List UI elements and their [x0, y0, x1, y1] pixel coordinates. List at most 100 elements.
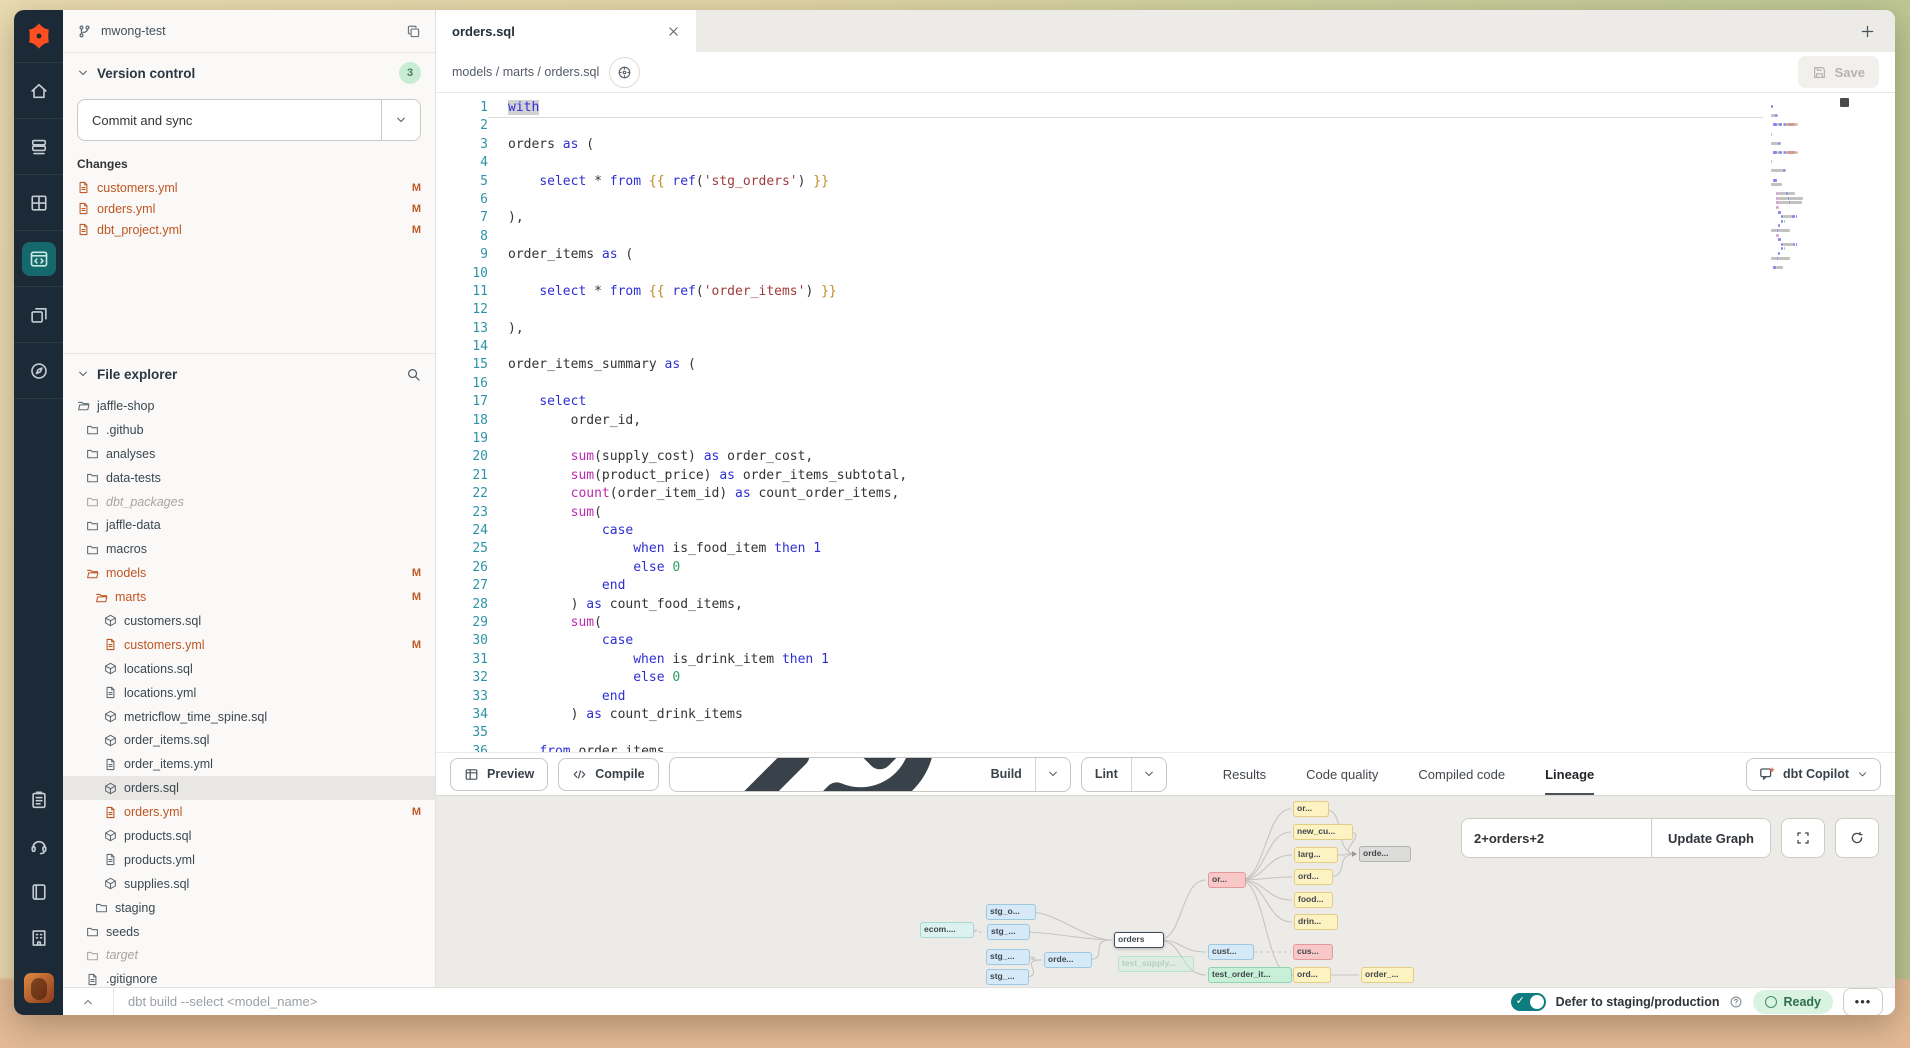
nav-orchestration[interactable]	[14, 287, 63, 343]
lineage-node[interactable]: stg_...	[986, 969, 1029, 985]
tree-item-jaffle-data[interactable]: jaffle-data	[63, 513, 435, 537]
tree-item-order-items-sql[interactable]: order_items.sql	[63, 728, 435, 752]
lineage-node[interactable]: ord...	[1294, 869, 1333, 885]
tree-item-models[interactable]: modelsM	[63, 561, 435, 585]
tree-item-products-yml[interactable]: products.yml	[63, 848, 435, 872]
code-content[interactable]: withorders as ( select * from {{ ref('st…	[504, 93, 907, 752]
dbt-logo[interactable]	[14, 10, 63, 63]
commit-dropdown[interactable]	[381, 100, 420, 140]
tree-item-staging[interactable]: staging	[63, 896, 435, 920]
code-editor[interactable]: 1234567891011121314151617181920212223242…	[436, 93, 1895, 752]
lineage-node[interactable]: new_cu...	[1293, 824, 1353, 840]
save-button[interactable]: Save	[1798, 56, 1879, 88]
lineage-selector-input[interactable]	[1462, 819, 1651, 857]
tab-results[interactable]: Results	[1223, 753, 1266, 795]
lineage-node[interactable]: orde...	[1359, 846, 1411, 862]
file-explorer-header[interactable]: File explorer	[63, 354, 435, 394]
tree-item--gitignore[interactable]: .gitignore	[63, 967, 435, 987]
search-icon[interactable]	[406, 367, 421, 382]
nav-notes[interactable]	[14, 777, 63, 823]
lineage-node[interactable]: test_order_it...	[1208, 967, 1292, 983]
line-numbers: 1234567891011121314151617181920212223242…	[436, 93, 504, 752]
version-control-header[interactable]: Version control 3	[63, 53, 435, 93]
nav-explore[interactable]	[14, 343, 63, 399]
tree-item-analyses[interactable]: analyses	[63, 442, 435, 466]
line-number: 34	[436, 706, 488, 724]
tree-item-jaffle-shop[interactable]: jaffle-shop	[63, 394, 435, 418]
lint-button[interactable]: Lint	[1081, 757, 1167, 792]
changed-file-item[interactable]: orders.ymlM	[63, 198, 435, 219]
update-graph-button[interactable]: Update Graph	[1651, 819, 1770, 857]
tree-item-metricflow-time-spine-sql[interactable]: metricflow_time_spine.sql	[63, 705, 435, 729]
lineage-node[interactable]: stg_...	[986, 949, 1030, 965]
lineage-node[interactable]: cust...	[1208, 944, 1254, 960]
changed-file-item[interactable]: customers.ymlM	[63, 177, 435, 198]
tree-item-dbt-packages[interactable]: dbt_packages	[63, 490, 435, 514]
tree-item--github[interactable]: .github	[63, 418, 435, 442]
lineage-node[interactable]: orde...	[1044, 952, 1092, 968]
tree-item-customers-yml[interactable]: customers.ymlM	[63, 633, 435, 657]
tree-item-marts[interactable]: martsM	[63, 585, 435, 609]
lint-dropdown[interactable]	[1131, 758, 1166, 791]
lineage-node[interactable]: ord...	[1293, 967, 1331, 983]
lineage-canvas[interactable]: ecom....stg_o...stg_...stg_...stg_...ord…	[436, 795, 1895, 987]
nav-jobs[interactable]	[14, 119, 63, 175]
tree-item-orders-yml[interactable]: orders.ymlM	[63, 800, 435, 824]
tree-item-locations-sql[interactable]: locations.sql	[63, 657, 435, 681]
tab-lineage[interactable]: Lineage	[1545, 753, 1594, 795]
dbt-copilot-button[interactable]: dbt Copilot	[1746, 758, 1881, 791]
nav-environments[interactable]	[14, 175, 63, 231]
code-line	[508, 154, 907, 172]
lineage-node[interactable]: order_...	[1361, 967, 1414, 983]
nav-org[interactable]	[14, 915, 63, 961]
nav-docs[interactable]	[14, 869, 63, 915]
nav-support[interactable]	[14, 823, 63, 869]
build-dropdown[interactable]	[1035, 758, 1070, 791]
help-icon[interactable]	[1729, 995, 1743, 1009]
commit-and-sync-button[interactable]: Commit and sync	[77, 99, 421, 141]
command-bar-expand[interactable]	[63, 988, 114, 1015]
tab-compiled-code[interactable]: Compiled code	[1418, 753, 1505, 795]
user-menu[interactable]	[14, 961, 63, 1015]
preview-button[interactable]: Preview	[450, 758, 548, 791]
tab-code-quality[interactable]: Code quality	[1306, 753, 1378, 795]
tree-item-target[interactable]: target	[63, 943, 435, 967]
changed-file-item[interactable]: dbt_project.ymlM	[63, 219, 435, 240]
tree-item-supplies-sql[interactable]: supplies.sql	[63, 872, 435, 896]
scrollbar-thumb[interactable]	[1840, 98, 1849, 107]
new-tab-button[interactable]	[1839, 10, 1895, 52]
tree-item-macros[interactable]: macros	[63, 537, 435, 561]
tree-item-seeds[interactable]: seeds	[63, 920, 435, 944]
lineage-node[interactable]: or...	[1293, 801, 1329, 817]
build-button[interactable]: Build	[669, 757, 1071, 792]
tree-item-customers-sql[interactable]: customers.sql	[63, 609, 435, 633]
tree-item-order-items-yml[interactable]: order_items.yml	[63, 752, 435, 776]
lineage-node[interactable]: cus...	[1293, 944, 1333, 960]
model-lens-button[interactable]	[609, 57, 640, 88]
lineage-node[interactable]: stg_o...	[986, 904, 1036, 920]
command-input[interactable]	[114, 994, 1511, 1009]
lineage-node[interactable]: ecom....	[920, 922, 974, 938]
copy-icon[interactable]	[406, 24, 421, 39]
lineage-node[interactable]: larg...	[1294, 847, 1338, 863]
tree-item-products-sql[interactable]: products.sql	[63, 824, 435, 848]
lineage-node[interactable]: test_supply...	[1118, 956, 1194, 972]
nav-ide-active[interactable]	[14, 231, 63, 287]
tree-item-data-tests[interactable]: data-tests	[63, 466, 435, 490]
tree-item-locations-yml[interactable]: locations.yml	[63, 681, 435, 705]
lineage-node[interactable]: drin...	[1294, 914, 1338, 930]
minimap[interactable]	[1771, 99, 1833, 275]
refresh-button[interactable]	[1835, 818, 1879, 858]
tab-orders-sql[interactable]: orders.sql	[436, 10, 696, 52]
lineage-node[interactable]: food...	[1294, 892, 1333, 908]
lineage-node[interactable]: stg_...	[987, 924, 1030, 940]
tree-item-orders-sql[interactable]: orders.sql	[63, 776, 435, 800]
more-options-button[interactable]: •••	[1843, 988, 1883, 1016]
defer-toggle[interactable]: ✓	[1511, 993, 1546, 1011]
compile-button[interactable]: Compile	[558, 758, 658, 791]
fullscreen-button[interactable]	[1781, 818, 1825, 858]
lineage-node[interactable]: orders	[1114, 932, 1164, 948]
lineage-node[interactable]: or...	[1208, 872, 1246, 888]
close-icon[interactable]	[667, 25, 680, 38]
nav-home[interactable]	[14, 63, 63, 119]
